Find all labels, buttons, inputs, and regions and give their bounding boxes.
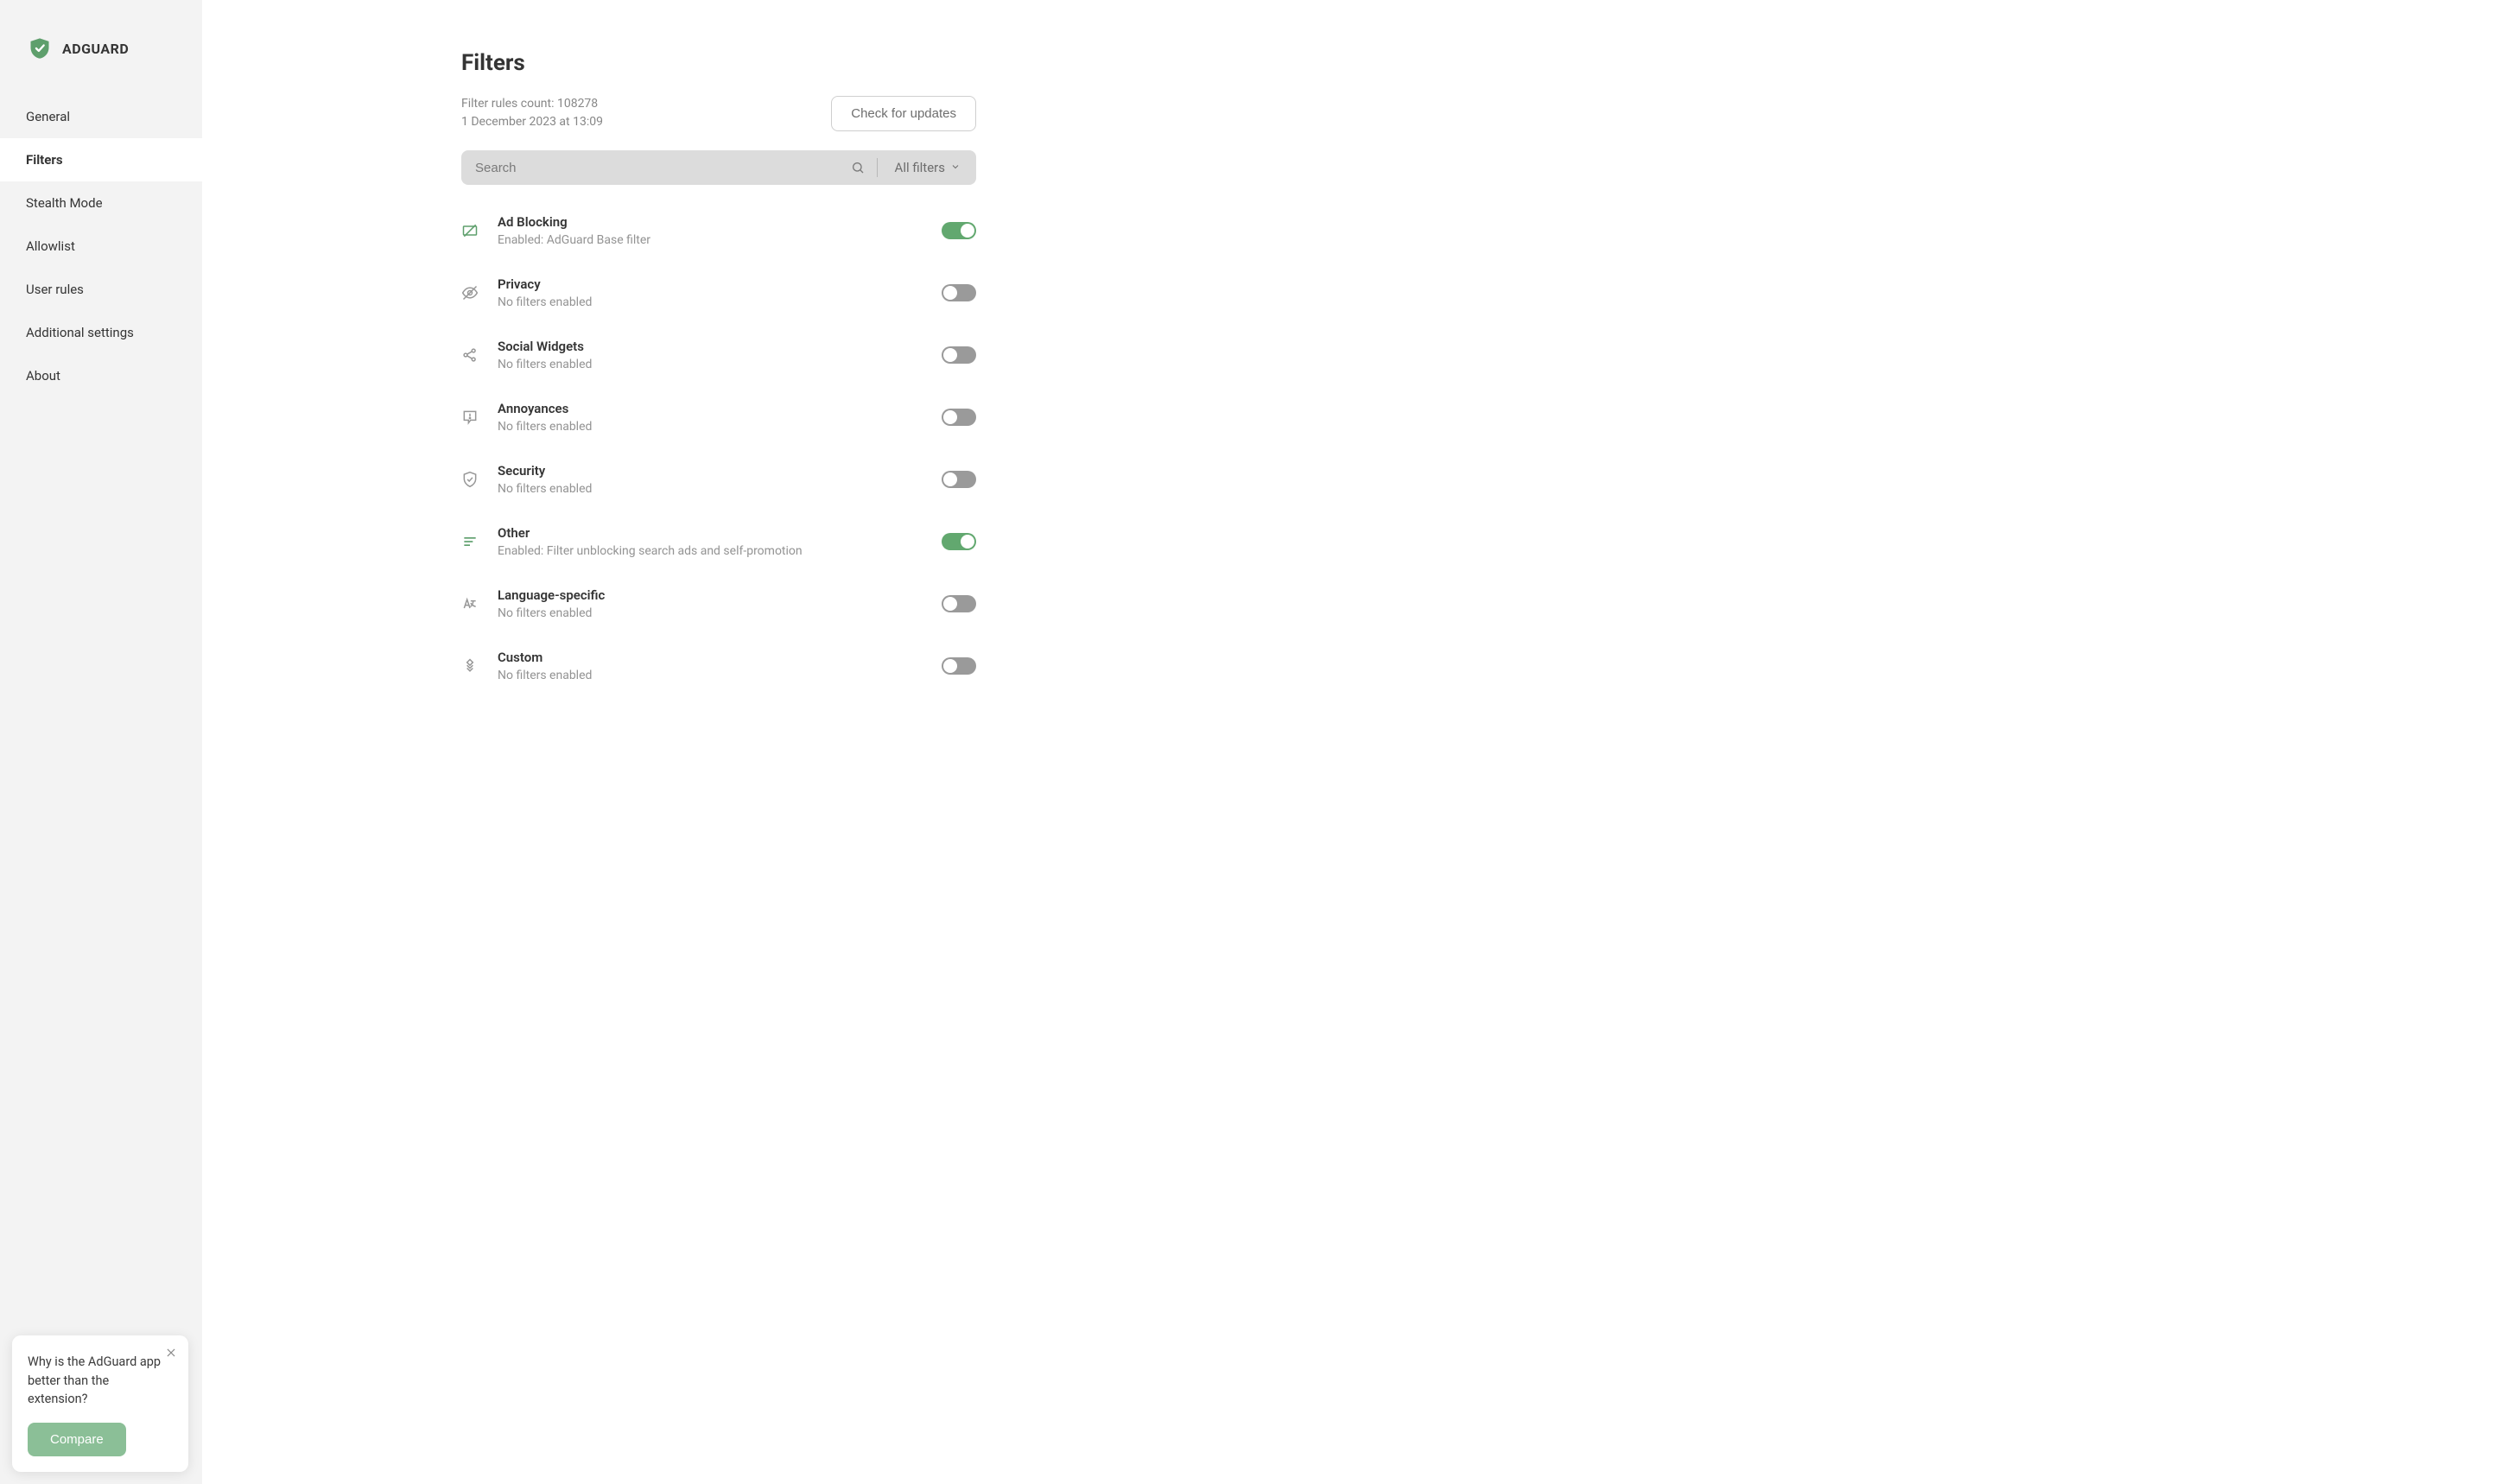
- category-text: Custom No filters enabled: [498, 650, 923, 682]
- page-title: Filters: [461, 50, 976, 76]
- category-row-ad-blocking[interactable]: Ad Blocking Enabled: AdGuard Base filter: [461, 214, 976, 247]
- category-row-other[interactable]: Other Enabled: Filter unblocking search …: [461, 525, 976, 558]
- toggle-ad-blocking[interactable]: [942, 222, 976, 239]
- filter-dropdown-label: All filters: [895, 160, 945, 175]
- language-icon: [461, 595, 479, 612]
- rules-count: Filter rules count: 108278: [461, 95, 603, 113]
- eye-off-icon: [461, 284, 479, 301]
- toggle-language-specific[interactable]: [942, 595, 976, 612]
- close-icon[interactable]: [162, 1344, 180, 1361]
- shield-icon: [461, 471, 479, 488]
- category-text: Other Enabled: Filter unblocking search …: [498, 525, 923, 558]
- filter-categories: Ad Blocking Enabled: AdGuard Base filter…: [461, 214, 976, 682]
- category-text: Security No filters enabled: [498, 463, 923, 496]
- category-text: Privacy No filters enabled: [498, 276, 923, 309]
- category-title: Custom: [498, 650, 923, 665]
- category-row-social-widgets[interactable]: Social Widgets No filters enabled: [461, 339, 976, 371]
- sidebar-item-stealth-mode[interactable]: Stealth Mode: [0, 181, 202, 225]
- category-title: Security: [498, 463, 923, 479]
- adguard-shield-logo-icon: [28, 36, 52, 60]
- share-icon: [461, 346, 479, 364]
- toggle-social-widgets[interactable]: [942, 346, 976, 364]
- category-subtitle: Enabled: Filter unblocking search ads an…: [498, 544, 923, 558]
- brand-logo-block: ADGUARD: [0, 0, 202, 95]
- main-area: Filters Filter rules count: 108278 1 Dec…: [202, 0, 2519, 1484]
- category-subtitle: No filters enabled: [498, 606, 923, 620]
- category-subtitle: Enabled: AdGuard Base filter: [498, 233, 923, 247]
- toggle-privacy[interactable]: [942, 284, 976, 301]
- brand-name: ADGUARD: [62, 41, 129, 57]
- toggle-other[interactable]: [942, 533, 976, 550]
- category-row-privacy[interactable]: Privacy No filters enabled: [461, 276, 976, 309]
- category-title: Language-specific: [498, 587, 923, 603]
- search-icon[interactable]: [851, 161, 877, 174]
- promo-text: Why is the AdGuard app better than the e…: [28, 1353, 173, 1409]
- category-subtitle: No filters enabled: [498, 482, 923, 496]
- category-title: Ad Blocking: [498, 214, 923, 230]
- filter-meta: Filter rules count: 108278 1 December 20…: [461, 95, 603, 131]
- category-subtitle: No filters enabled: [498, 669, 923, 682]
- category-text: Ad Blocking Enabled: AdGuard Base filter: [498, 214, 923, 247]
- category-title: Other: [498, 525, 923, 541]
- compare-button[interactable]: Compare: [28, 1423, 126, 1456]
- content-column: Filters Filter rules count: 108278 1 Dec…: [461, 50, 976, 1484]
- sidebar-item-label: Filters: [26, 152, 63, 168]
- category-subtitle: No filters enabled: [498, 295, 923, 309]
- list-icon: [461, 533, 479, 550]
- category-row-custom[interactable]: Custom No filters enabled: [461, 650, 976, 682]
- sidebar-item-label: User rules: [26, 282, 84, 297]
- sidebar-item-label: About: [26, 368, 60, 384]
- promo-card: Why is the AdGuard app better than the e…: [12, 1335, 188, 1472]
- sidebar-item-filters[interactable]: Filters: [0, 138, 202, 181]
- sidebar-item-label: General: [26, 109, 70, 124]
- sidebar-item-label: Additional settings: [26, 325, 134, 340]
- category-title: Privacy: [498, 276, 923, 292]
- chevron-down-icon: [950, 160, 961, 175]
- toggle-custom[interactable]: [942, 657, 976, 675]
- filter-type-dropdown[interactable]: All filters: [878, 160, 976, 175]
- category-title: Social Widgets: [498, 339, 923, 354]
- toggle-security[interactable]: [942, 471, 976, 488]
- sidebar-item-about[interactable]: About: [0, 354, 202, 397]
- sidebar-item-additional-settings[interactable]: Additional settings: [0, 311, 202, 354]
- annoyance-icon: [461, 409, 479, 426]
- search-bar: All filters: [461, 150, 976, 185]
- sidebar-item-label: Allowlist: [26, 238, 75, 254]
- category-subtitle: No filters enabled: [498, 420, 923, 434]
- category-row-language-specific[interactable]: Language-specific No filters enabled: [461, 587, 976, 620]
- sidebar-nav: General Filters Stealth Mode Allowlist U…: [0, 95, 202, 397]
- category-row-annoyances[interactable]: Annoyances No filters enabled: [461, 401, 976, 434]
- sidebar-item-user-rules[interactable]: User rules: [0, 268, 202, 311]
- custom-icon: [461, 657, 479, 675]
- sidebar-item-general[interactable]: General: [0, 95, 202, 138]
- sidebar-item-label: Stealth Mode: [26, 195, 103, 211]
- category-subtitle: No filters enabled: [498, 358, 923, 371]
- category-text: Social Widgets No filters enabled: [498, 339, 923, 371]
- sidebar: ADGUARD General Filters Stealth Mode All…: [0, 0, 202, 1484]
- check-updates-label: Check for updates: [851, 106, 956, 121]
- updated-at: 1 December 2023 at 13:09: [461, 113, 603, 131]
- check-updates-button[interactable]: Check for updates: [831, 96, 976, 131]
- category-title: Annoyances: [498, 401, 923, 416]
- no-ads-icon: [461, 222, 479, 239]
- search-input[interactable]: [461, 161, 851, 175]
- compare-button-label: Compare: [50, 1432, 104, 1447]
- toggle-annoyances[interactable]: [942, 409, 976, 426]
- category-row-security[interactable]: Security No filters enabled: [461, 463, 976, 496]
- category-text: Annoyances No filters enabled: [498, 401, 923, 434]
- header-row: Filter rules count: 108278 1 December 20…: [461, 95, 976, 131]
- sidebar-item-allowlist[interactable]: Allowlist: [0, 225, 202, 268]
- category-text: Language-specific No filters enabled: [498, 587, 923, 620]
